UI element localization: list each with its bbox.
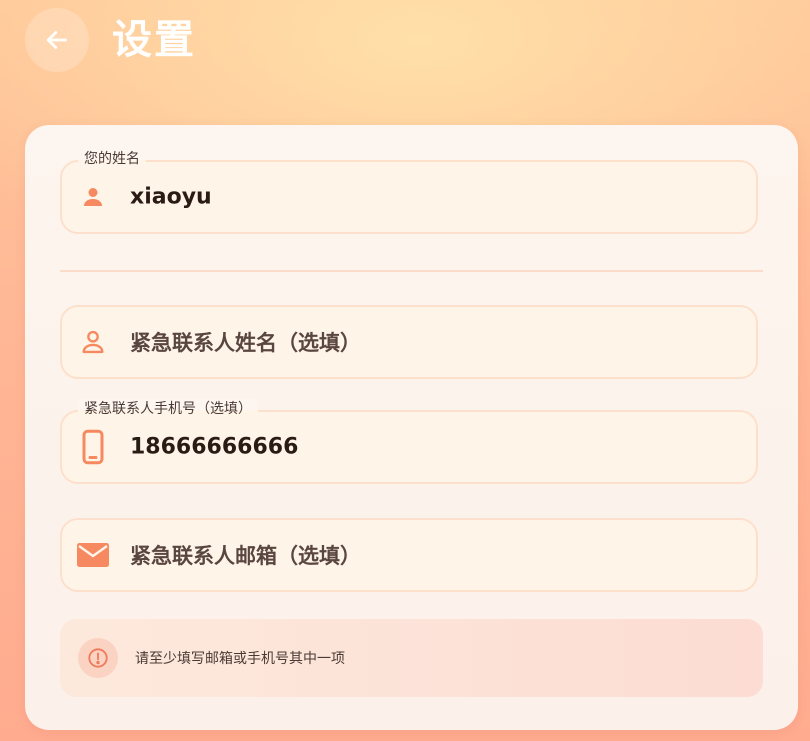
settings-card: 您的姓名 xiaoyu 紧急联系人姓名（选填） 紧急联系人手机号（选填） 186… [25,125,798,730]
name-value: xiaoyu [130,184,212,210]
emergency-email-placeholder: 紧急联系人邮箱（选填） [130,544,361,568]
info-icon [78,638,118,678]
emergency-phone-label: 紧急联系人手机号（选填） [78,399,258,419]
header: 设置 [0,0,810,90]
name-field-label: 您的姓名 [78,149,146,169]
emergency-email-field[interactable]: 紧急联系人邮箱（选填） [60,518,758,592]
mail-icon [75,540,111,570]
emergency-name-field[interactable]: 紧急联系人姓名（选填） [60,305,758,379]
hint-banner: 请至少填写邮箱或手机号其中一项 [60,619,763,697]
phone-icon [78,429,108,465]
page-title: 设置 [112,17,196,63]
divider [60,270,763,272]
arrow-left-icon [46,31,68,49]
emergency-name-placeholder: 紧急联系人姓名（选填） [130,331,361,355]
person-icon [78,182,108,212]
name-field[interactable]: 您的姓名 xiaoyu [60,149,758,234]
emergency-phone-field[interactable]: 紧急联系人手机号（选填） 18666666666 [60,399,758,484]
hint-text: 请至少填写邮箱或手机号其中一项 [135,651,345,667]
back-button[interactable] [25,8,89,72]
person-outline-icon [78,327,108,357]
emergency-phone-value: 18666666666 [130,434,299,460]
